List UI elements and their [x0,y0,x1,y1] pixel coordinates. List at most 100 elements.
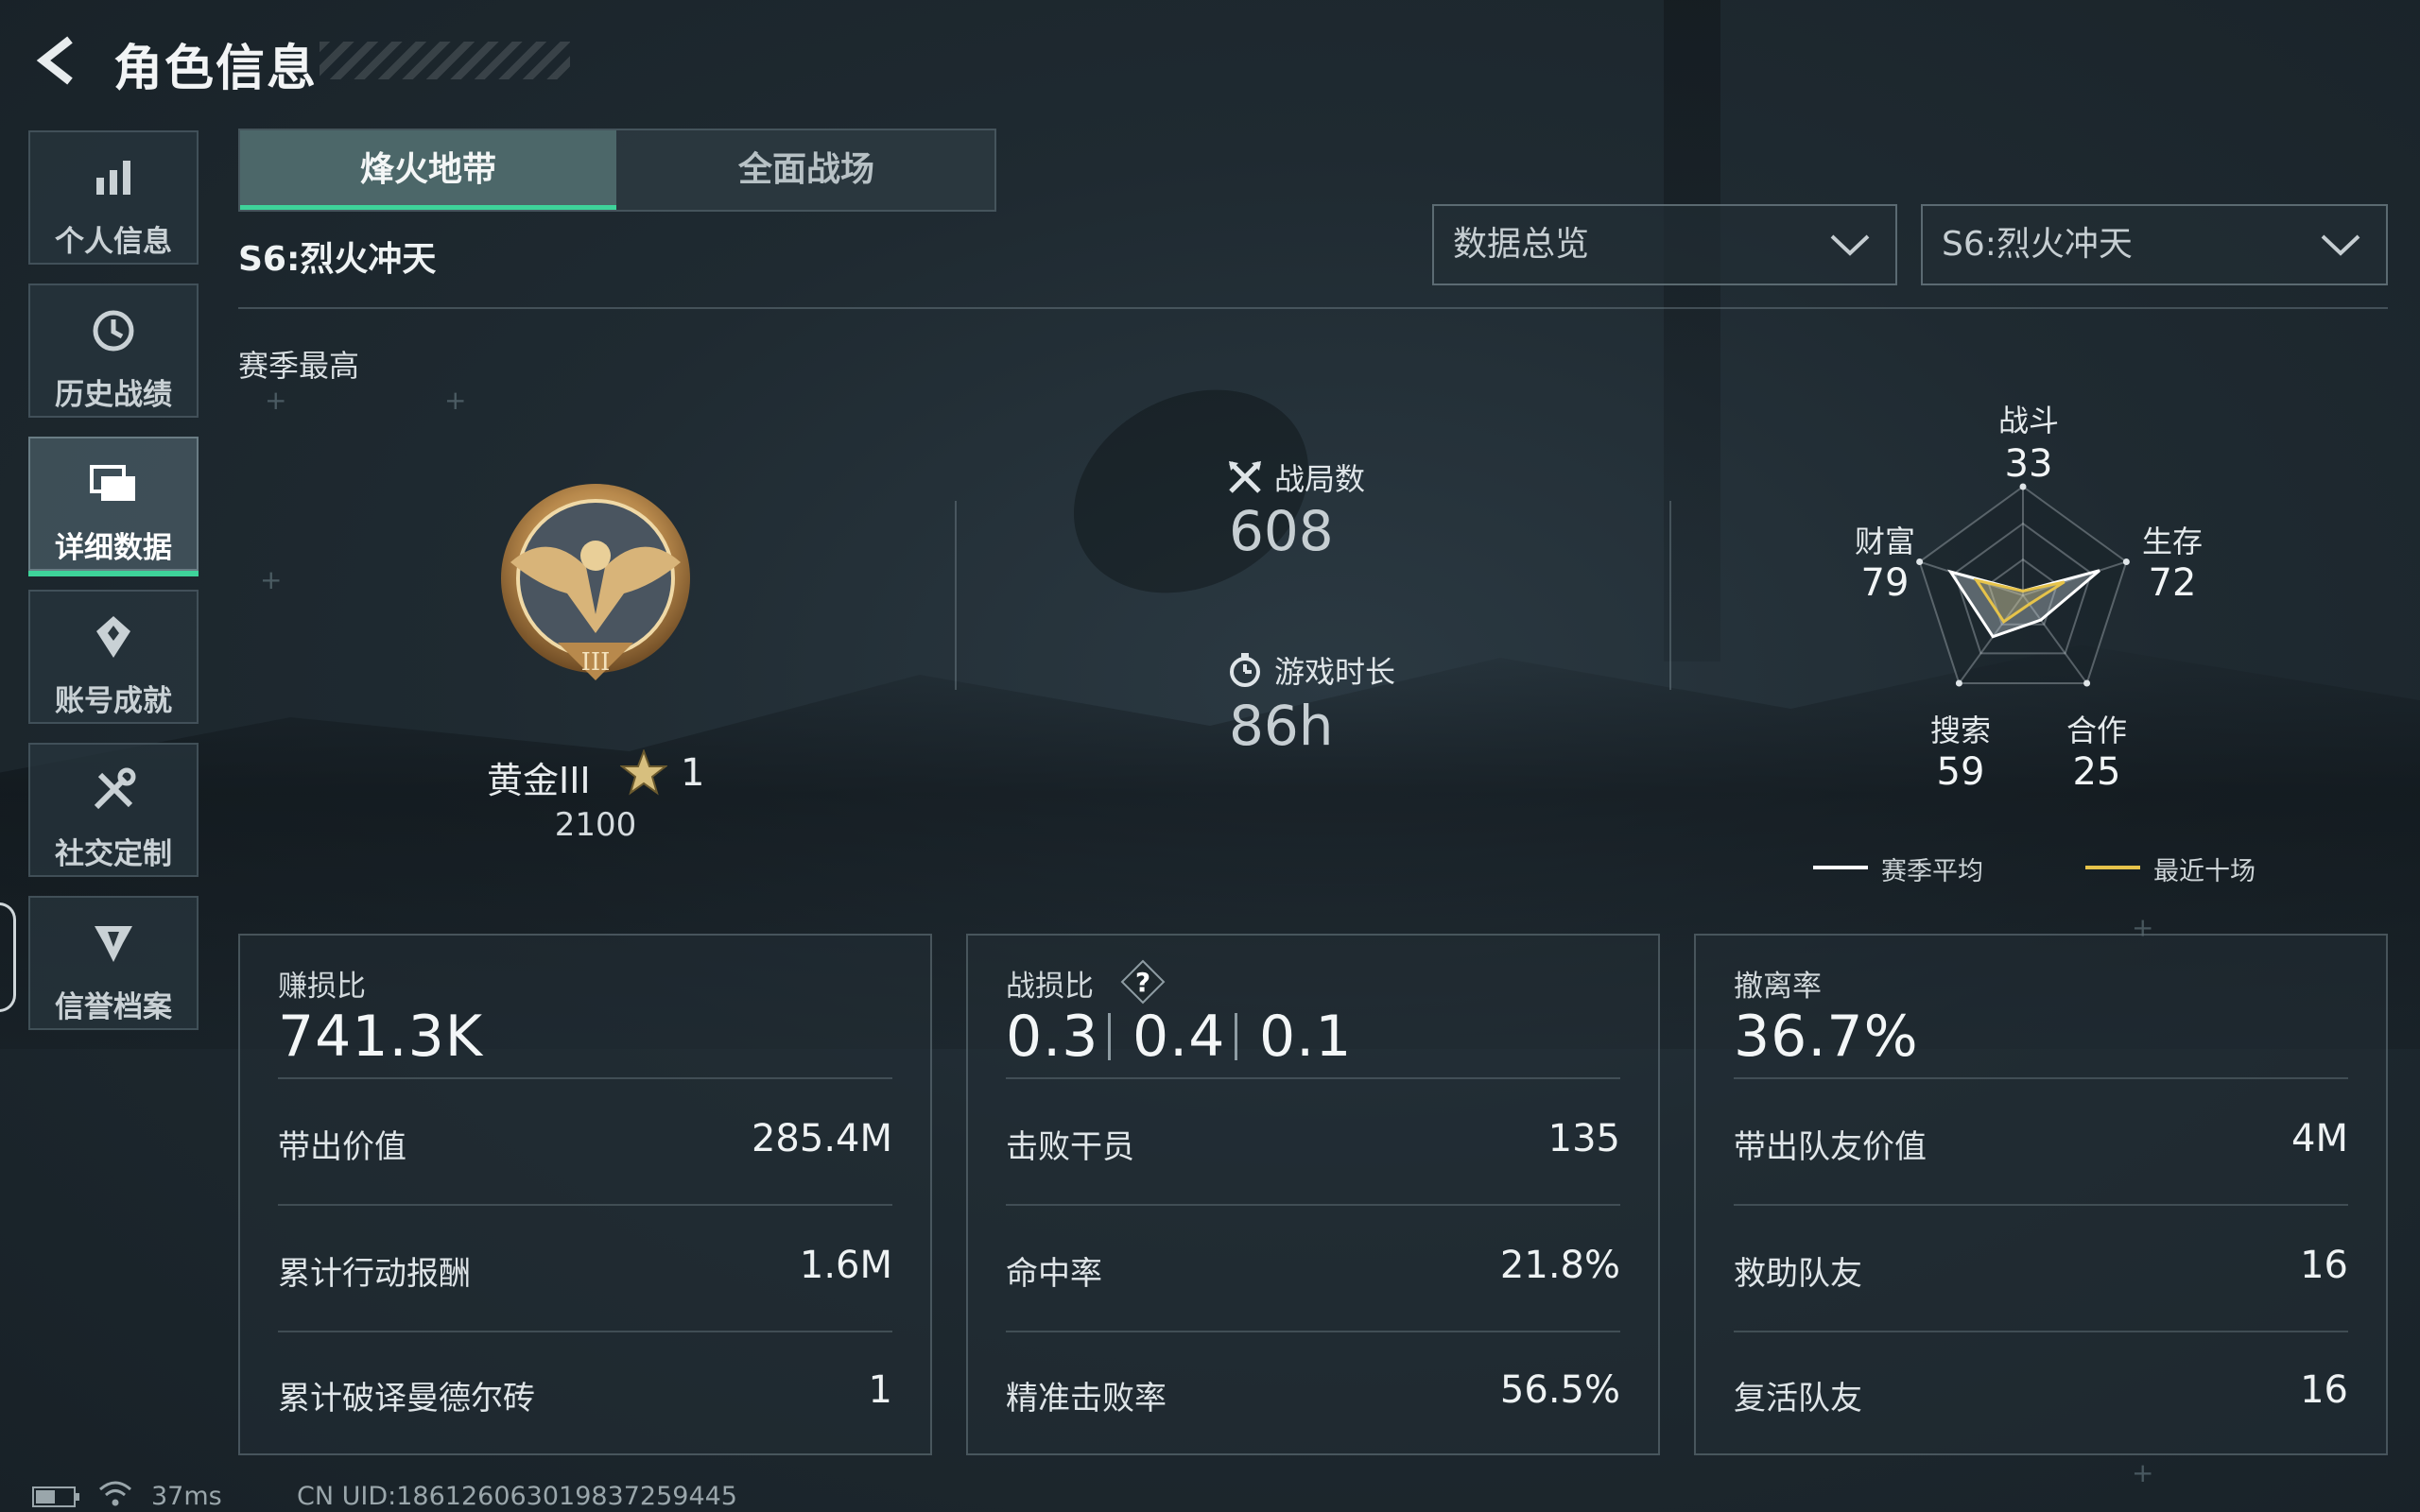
extraction-rate-value: 36.7% [1734,1004,1919,1070]
bar-chart-icon [30,153,197,202]
radar-value-search: 59 [1936,750,1985,794]
folder-stack-icon [30,459,197,508]
title-decoration [320,42,570,79]
section-divider [955,501,957,690]
radar-grid [1916,483,2130,687]
sidebar-item-label: 社交定制 [55,837,172,871]
playtime-value: 86h [1229,694,1334,758]
teammates-assisted-label: 救助队友 [1734,1255,1862,1293]
radar-value-survival: 72 [2148,561,2197,605]
radar-label-search: 搜索 [1929,713,1991,748]
card-divider [278,1077,892,1079]
kd-card: 战损比 ? 0.3 0.4 0.1 击败干员 135 命中率 21.8% 精准击… [966,934,1660,1455]
headshot-rate-label: 精准击败率 [1006,1380,1167,1418]
profit-ratio-label: 赚损比 [278,970,366,1004]
extraction-card: 撤离率 36.7% 带出队友价值 4M 救助队友 16 复活队友 16 [1694,934,2388,1455]
card-divider [278,1331,892,1332]
radar-label-combat: 战斗 [1997,403,2059,438]
edge-handle[interactable] [0,902,16,1012]
sidebar-item-label: 信誉档案 [55,990,172,1024]
season-title: S6:烈火冲天 [238,240,437,279]
profit-card: 赚损比 741.3K 带出价值 285.4M 累计行动报酬 1.6M 累计破译曼… [238,934,932,1455]
svg-text:?: ? [1135,967,1150,998]
kd-value-2: 0.4 [1132,1004,1226,1070]
radar-value-wealth: 79 [1860,561,1910,605]
season-best-label: 赛季最高 [238,348,360,384]
teammate-value-label: 带出队友价值 [1734,1128,1927,1166]
rank-points: 2100 [554,806,637,844]
radar-label-survival: 生存 [2141,524,2203,559]
legend-recent-ten: 最近十场 [2153,857,2256,886]
view-dropdown[interactable]: 数据总览 [1432,204,1897,285]
extracted-value: 285.4M [751,1117,892,1160]
kd-value-3: 0.1 [1259,1004,1353,1070]
wifi-icon [99,1481,131,1506]
card-divider [1734,1331,2348,1332]
help-icon[interactable]: ? [1119,958,1167,1005]
value-separator [1235,1013,1237,1060]
teammates-assisted-value: 16 [2300,1244,2348,1287]
tab-battlefield[interactable]: 全面战场 [618,130,994,210]
legend-swatch-recent-ten [2085,866,2140,869]
sidebar-item-history[interactable]: 历史战绩 [28,284,199,418]
kd-ratio-label: 战损比 [1006,970,1094,1004]
chevron-down-icon [1830,234,1870,256]
card-divider [1006,1331,1620,1332]
chevron-down-icon [2321,234,2360,256]
mission-reward-value: 1.6M [799,1244,892,1287]
mandel-brick-label: 累计破译曼德尔砖 [278,1380,535,1418]
teammates-revived-label: 复活队友 [1734,1380,1862,1418]
accuracy-value: 21.8% [1499,1244,1620,1287]
decor-crosshair: + [265,385,287,416]
headshot-rate-value: 56.5% [1499,1368,1620,1412]
ping-readout: 37ms [151,1482,222,1511]
teammate-value: 4M [2291,1117,2348,1160]
back-arrow-icon[interactable] [28,32,85,89]
radar-label-teamwork: 合作 [2066,713,2127,748]
matches-value: 608 [1229,499,1334,563]
sidebar-item-social[interactable]: 社交定制 [28,743,199,877]
legend-season-average: 赛季平均 [1881,857,1983,886]
teammates-revived-value: 16 [2300,1368,2348,1412]
rank-emblem-icon: III [492,472,700,699]
sidebar-item-label: 账号成就 [55,684,172,718]
rank-name: 黄金III [487,760,591,801]
card-divider [278,1204,892,1206]
achievement-icon [30,612,197,662]
view-dropdown-value: 数据总览 [1453,225,1590,264]
card-divider [1006,1204,1620,1206]
mission-reward-label: 累计行动报酬 [278,1255,471,1293]
svg-text:III: III [581,648,611,677]
stopwatch-icon [1230,653,1260,687]
battery-icon [32,1486,79,1507]
sidebar-item-achievements[interactable]: 账号成就 [28,590,199,724]
mandel-brick-value: 1 [868,1368,892,1412]
crossed-swords-icon [1229,461,1261,493]
decor-crosshair: + [260,564,283,595]
sidebar-item-label: 个人信息 [55,225,172,259]
operators-defeated-label: 击败干员 [1006,1128,1134,1166]
sidebar-item-profile[interactable]: 个人信息 [28,130,199,265]
history-clock-icon [30,306,197,355]
user-uid: CN UID:186126063019837259445 [297,1482,737,1511]
radar-label-wealth: 财富 [1854,524,1915,559]
card-divider [1734,1204,2348,1206]
season-dropdown-value: S6:烈火冲天 [1942,225,2133,264]
sidebar-item-label: 历史战绩 [55,378,172,412]
radar-axis-tip [1955,679,1962,687]
page-title: 角色信息 [113,41,319,97]
radar-value-combat: 33 [2004,442,2053,486]
value-separator [1108,1013,1111,1060]
star-icon [620,749,667,796]
sidebar-item-label: 详细数据 [55,531,172,565]
radar-axis-tip [2083,679,2091,687]
sidebar-item-details[interactable]: 详细数据 [28,437,199,576]
sidebar-item-reputation[interactable]: 信誉档案 [28,896,199,1030]
section-divider [1669,501,1671,690]
profit-ratio-value: 741.3K [278,1004,484,1070]
card-divider [1734,1077,2348,1079]
tab-warzone[interactable]: 烽火地带 [240,130,616,210]
extracted-value-label: 带出价值 [278,1128,406,1166]
season-dropdown[interactable]: S6:烈火冲天 [1921,204,2388,285]
extraction-rate-label: 撤离率 [1734,970,1822,1004]
